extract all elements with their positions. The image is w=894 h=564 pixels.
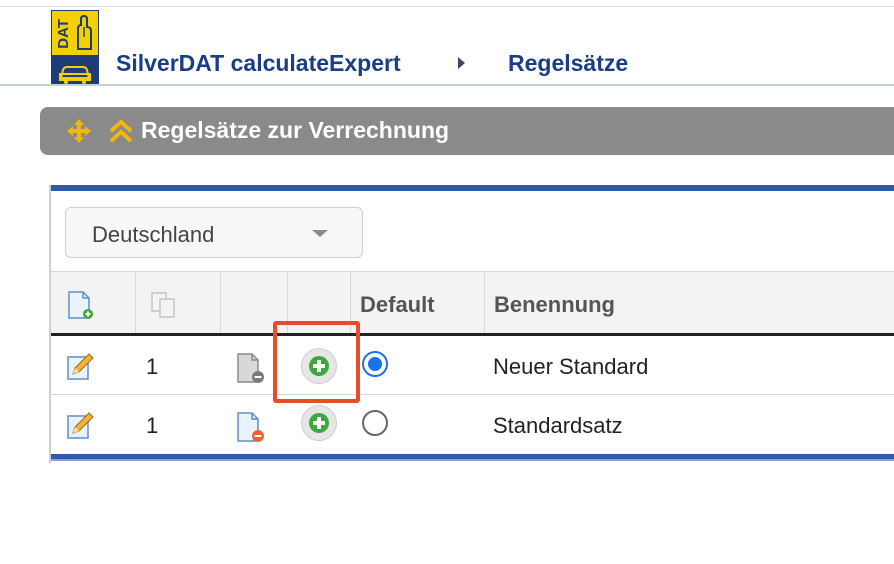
breadcrumb-app[interactable]: SilverDAT calculateExpert — [116, 50, 401, 77]
default-radio[interactable] — [362, 351, 388, 377]
car-icon — [59, 66, 91, 84]
row-name: Neuer Standard — [493, 354, 649, 379]
top-divider — [0, 6, 894, 7]
row-count: 1 — [146, 354, 159, 379]
logo-text: DAT — [55, 19, 72, 49]
collapse-icon[interactable] — [108, 119, 134, 143]
document-remove-icon[interactable] — [234, 411, 266, 443]
section-title: Regelsätze zur Verrechnung — [141, 117, 450, 143]
add-icon[interactable] — [301, 405, 337, 441]
document-remove-icon[interactable] — [234, 352, 266, 384]
copy-icon[interactable] — [149, 290, 179, 320]
chevron-down-icon — [312, 230, 328, 237]
header-divider — [0, 84, 894, 86]
country-select[interactable]: Deutschland — [65, 207, 363, 258]
column-benennung[interactable]: Benennung — [494, 292, 615, 318]
row-name: Standardsatz — [493, 413, 623, 438]
edit-icon[interactable] — [65, 352, 95, 382]
section-header: Regelsätze zur Verrechnung — [40, 107, 894, 155]
row-count: 1 — [146, 413, 159, 438]
edit-icon[interactable] — [65, 411, 95, 441]
breadcrumb-page[interactable]: Regelsätze — [508, 50, 628, 77]
default-radio[interactable] — [362, 410, 388, 436]
rules-table-panel: Deutschland Default Benennung 1 Neuer St… — [49, 185, 894, 463]
table-row[interactable]: 1 Neuer Standard — [51, 336, 894, 396]
dat-logo[interactable]: DAT — [51, 10, 99, 86]
move-icon[interactable] — [66, 118, 92, 144]
new-document-icon[interactable] — [65, 290, 95, 320]
column-default[interactable]: Default — [360, 292, 435, 318]
table-header-row: Default Benennung — [51, 271, 894, 334]
country-select-value: Deutschland — [92, 222, 215, 247]
hand-icon — [77, 15, 92, 50]
table-row[interactable]: 1 Standardsatz — [51, 395, 894, 455]
highlight-box — [273, 321, 360, 403]
breadcrumb-separator-icon — [458, 57, 465, 69]
